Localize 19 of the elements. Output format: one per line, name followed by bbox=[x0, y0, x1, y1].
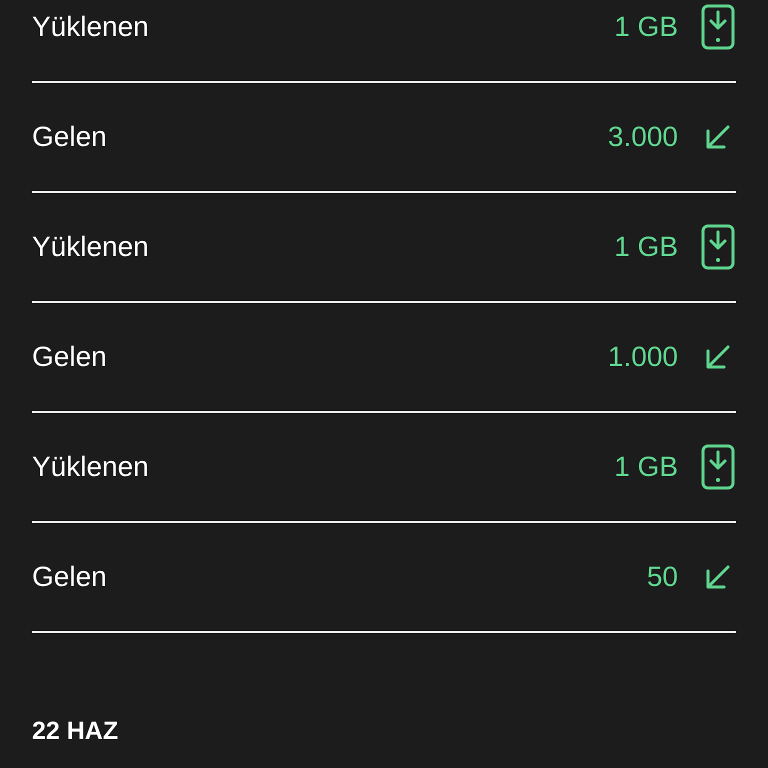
transaction-label: Yüklenen bbox=[32, 11, 149, 43]
transaction-amount: 1 GB bbox=[614, 451, 678, 483]
transaction-label: Yüklenen bbox=[32, 231, 149, 263]
arrow-down-left-icon bbox=[704, 563, 732, 591]
transaction-label: Yüklenen bbox=[32, 451, 149, 483]
transaction-amount: 1 GB bbox=[614, 231, 678, 263]
transaction-amount: 1 GB bbox=[614, 11, 678, 43]
date-header: 22 HAZ bbox=[32, 717, 118, 746]
transaction-amount: 1.000 bbox=[608, 341, 678, 373]
transaction-amount: 3.000 bbox=[608, 121, 678, 153]
transaction-amount: 50 bbox=[646, 561, 678, 593]
phone-download-icon bbox=[701, 444, 735, 490]
arrow-down-left-icon bbox=[704, 123, 732, 151]
arrow-down-left-icon bbox=[704, 343, 732, 371]
transaction-label: Gelen bbox=[32, 121, 107, 153]
transaction-label: Gelen bbox=[32, 561, 107, 593]
phone-download-icon bbox=[701, 4, 735, 50]
phone-download-icon bbox=[701, 224, 735, 270]
transaction-label: Gelen bbox=[32, 341, 107, 373]
